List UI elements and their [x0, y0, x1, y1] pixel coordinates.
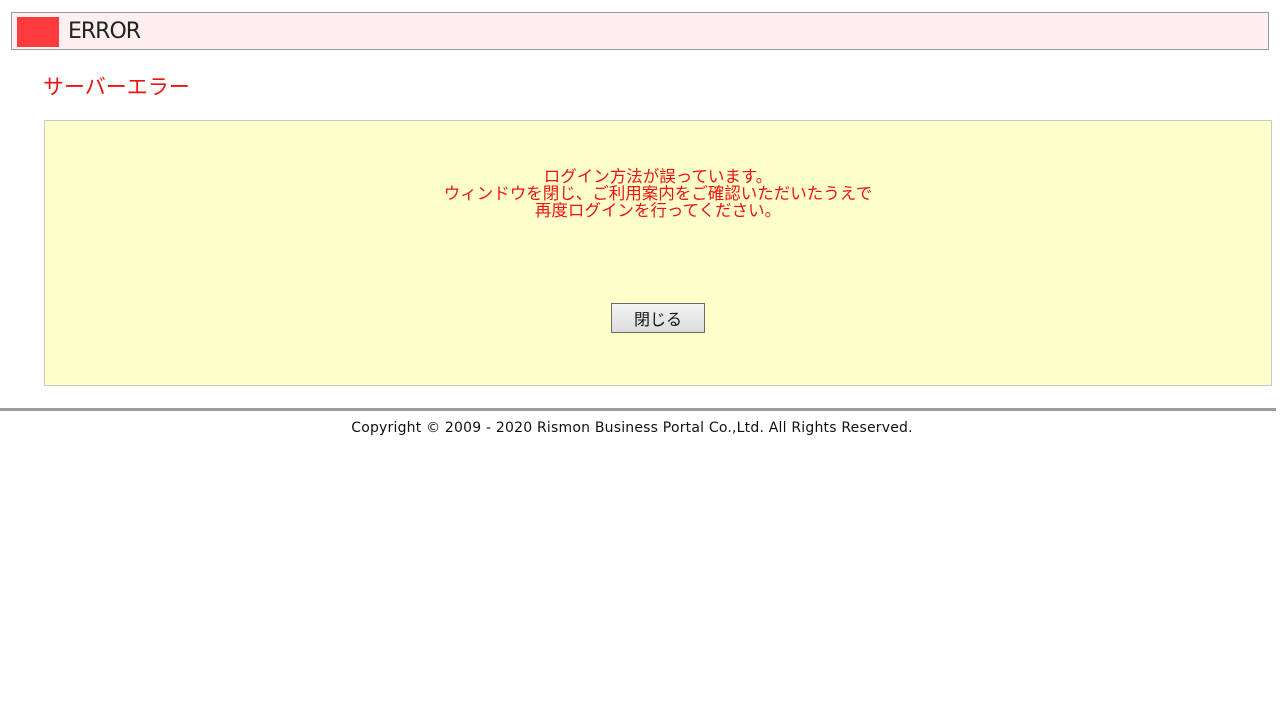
error-message-box: ログイン方法が誤っています。 ウィンドウを閉じ、ご利用案内をご確認いただいたうえ… — [44, 120, 1272, 386]
header-title: ERROR — [68, 19, 141, 44]
error-message: ログイン方法が誤っています。 ウィンドウを閉じ、ご利用案内をご確認いただいたうえ… — [45, 168, 1271, 219]
copyright-text: Copyright © 2009 - 2020 Rismon Business … — [351, 420, 913, 436]
error-marker-icon — [17, 17, 59, 47]
error-header-bar: ERROR — [11, 12, 1269, 50]
error-message-line: 再度ログインを行ってください。 — [534, 201, 782, 220]
close-button[interactable]: 閉じる — [611, 303, 705, 333]
page-title: サーバーエラー — [43, 75, 190, 99]
error-message-line: ウィンドウを閉じ、ご利用案内をご確認いただいたうえで — [443, 184, 873, 203]
footer-divider — [0, 408, 1276, 411]
error-message-line: ログイン方法が誤っています。 — [543, 167, 773, 186]
